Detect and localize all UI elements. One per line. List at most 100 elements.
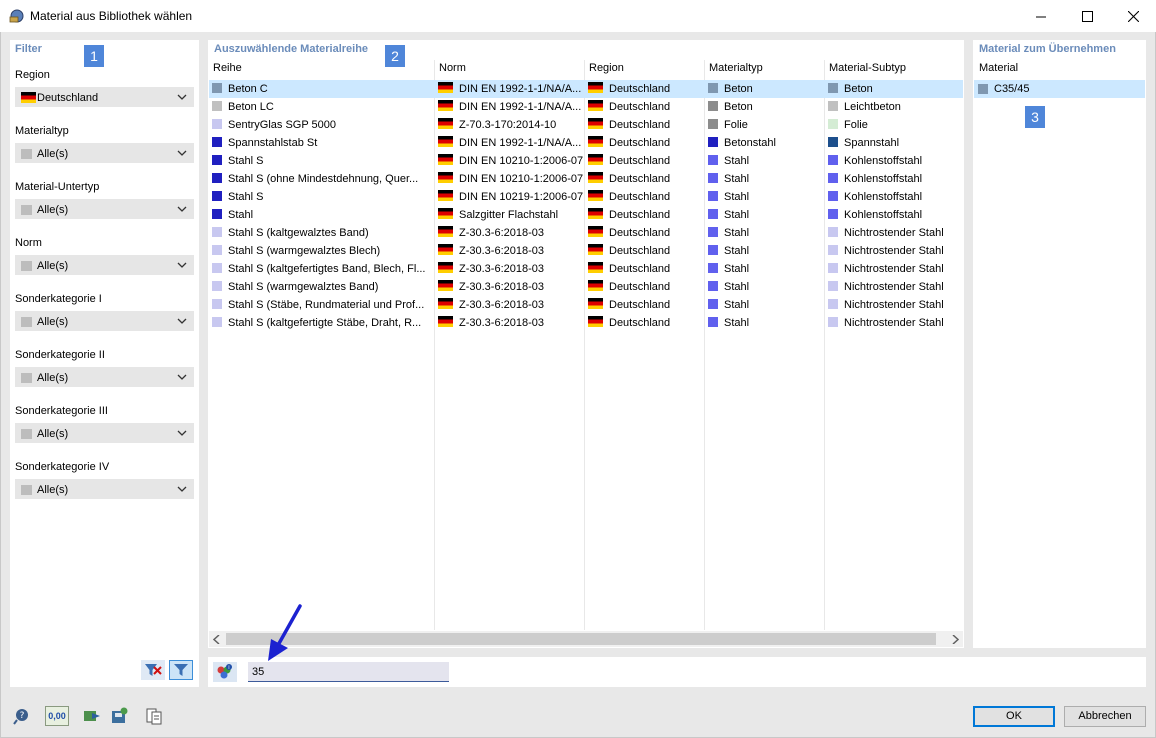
table-row[interactable]: Stahl S (kaltgefertigte Stäbe, Draht, R.… [209,314,963,332]
subtype-color-swatch [828,83,838,93]
material-color-swatch [212,299,222,309]
maximize-button[interactable] [1064,0,1110,32]
column-header-region[interactable]: Region [589,62,624,74]
filter-select[interactable]: Alle(s) [15,479,194,499]
germany-flag-icon [438,280,453,291]
material-color-swatch [212,209,222,219]
cell-region: Deutschland [588,206,704,224]
table-row[interactable]: SentryGlas SGP 5000 Z-70.3-170:2014-10 Deu… [209,116,963,134]
material-color-swatch [212,83,222,93]
cell-subtyp: Spannstahl [828,134,963,152]
horizontal-scrollbar[interactable] [209,631,963,647]
filter-select-value: Alle(s) [37,148,69,160]
library-list-icon [146,708,162,725]
germany-flag-icon [588,226,603,237]
column-header-subtyp[interactable]: Material-Subtyp [829,62,906,74]
norm-text: DIN EN 1992-1-1/NA/A... [459,83,582,95]
filter-select[interactable]: Alle(s) [15,143,194,163]
reihe-text: Stahl S [228,155,264,167]
norm-text: DIN EN 1992-1-1/NA/A... [459,137,582,149]
apply-filter-button[interactable] [169,660,193,680]
norm-text: Z-30.3-6:2018-03 [459,227,544,239]
cell-subtyp: Kohlenstoffstahl [828,170,963,188]
table-row[interactable]: Beton LC DIN EN 1992-1-1/NA/A... Deutschla… [209,98,963,116]
germany-flag-icon [588,118,603,129]
germany-flag-icon [438,118,453,129]
column-header-reihe[interactable]: Reihe [213,62,242,74]
transfer-button[interactable] [80,706,104,726]
chevron-down-icon [177,486,187,492]
filter-select[interactable]: Alle(s) [15,367,194,387]
scrollbar-thumb[interactable] [226,633,936,645]
table-row[interactable]: Stahl S (kaltgefertigtes Band, Blech, Fl… [209,260,963,278]
minimize-button[interactable] [1018,0,1064,32]
help-button[interactable]: ? [10,706,34,726]
cell-region: Deutschland [588,116,704,134]
table-row[interactable]: Stahl S DIN EN 10219-1:2006-07 Deutschland… [209,188,963,206]
clear-filter-button[interactable] [141,660,165,680]
table-row[interactable]: Stahl Salzgitter Flachstahl Deutschland Sta… [209,206,963,224]
cell-norm: DIN EN 1992-1-1/NA/A... [438,134,584,152]
chevron-down-icon [177,430,187,436]
germany-flag-icon [438,208,453,219]
units-label: 0,00 [48,711,66,721]
typ-text: Stahl [724,227,750,239]
scroll-left-icon[interactable] [213,635,220,644]
reihe-text: Stahl S (warmgewalztes Blech) [228,245,381,257]
subtyp-text: Beton [844,83,873,95]
svg-text:i: i [228,665,229,671]
germany-flag-icon [438,172,453,183]
scroll-right-icon[interactable] [952,635,959,644]
filter-select[interactable]: Deutschland [15,87,194,107]
germany-flag-icon [588,208,603,219]
filter-select[interactable]: Alle(s) [15,255,194,275]
library-list-button[interactable] [142,706,166,726]
selected-material-row[interactable]: C35/45 [974,80,1145,98]
search-input[interactable] [248,662,449,682]
region-text: Deutschland [609,155,671,167]
cell-subtyp: Kohlenstoffstahl [828,206,963,224]
ok-button[interactable]: OK [973,706,1055,727]
type-color-swatch [708,281,718,291]
subtype-color-swatch [828,191,838,201]
table-row[interactable]: Stahl S (kaltgewalztes Band) Z-30.3-6:201… [209,224,963,242]
table-row[interactable]: Spannstahlstab St DIN EN 1992-1-1/NA/A...… [209,134,963,152]
subtyp-text: Folie [844,119,868,131]
swatch-icon [21,261,32,271]
filter-select[interactable]: Alle(s) [15,311,194,331]
filter-select[interactable]: Alle(s) [15,423,194,443]
swatch-icon [21,317,32,327]
filter-label: Sonderkategorie II [15,349,105,361]
filter-select[interactable]: Alle(s) [15,199,194,219]
germany-flag-icon [588,154,603,165]
transfer-icon [84,711,100,721]
region-text: Deutschland [609,209,671,221]
material-color-swatch [212,101,222,111]
cell-subtyp: Kohlenstoffstahl [828,188,963,206]
chevron-down-icon [177,262,187,268]
column-header-materialtyp[interactable]: Materialtyp [709,62,763,74]
table-row[interactable]: Stahl S DIN EN 10210-1:2006-07 Deutschland… [209,152,963,170]
cancel-button[interactable]: Abbrechen [1064,706,1146,727]
typ-text: Stahl [724,317,750,329]
table-row[interactable]: Stahl S (Stäbe, Rundmaterial und Prof...… [209,296,963,314]
table-row[interactable]: Beton C DIN EN 1992-1-1/NA/A... Deutschlan… [209,80,963,98]
table-row[interactable]: Stahl S (warmgewalztes Band) Z-30.3-6:201… [209,278,963,296]
chevron-down-icon [177,374,187,380]
cell-materialtyp: Stahl [708,170,824,188]
close-button[interactable] [1110,0,1156,32]
subtype-color-swatch [828,101,838,111]
germany-flag-icon [588,190,603,201]
table-row[interactable]: Stahl S (warmgewalztes Blech) Z-30.3-6:20… [209,242,963,260]
reihe-text: Spannstahlstab St [228,137,318,149]
norm-text: Z-30.3-6:2018-03 [459,317,544,329]
units-button[interactable]: 0,00 [45,706,69,726]
norm-text: Z-30.3-6:2018-03 [459,263,544,275]
column-header-norm[interactable]: Norm [439,62,466,74]
save-to-library-button[interactable] [107,706,131,726]
material-info-button[interactable]: i [213,662,237,682]
table-row[interactable]: Stahl S (ohne Mindestdehnung, Quer... DIN… [209,170,963,188]
subtype-color-swatch [828,137,838,147]
region-text: Deutschland [609,191,671,203]
cell-region: Deutschland [588,260,704,278]
